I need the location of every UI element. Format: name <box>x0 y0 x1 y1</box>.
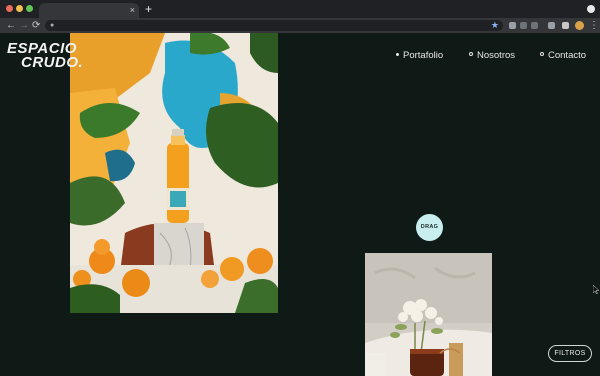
profile-avatar[interactable] <box>575 21 584 30</box>
browser-toolbar: ← → ⟳ ● ★ ⋮ <box>0 18 600 33</box>
extensions-puzzle-icon[interactable] <box>562 22 569 29</box>
mouse-cursor-icon <box>593 285 599 294</box>
maximize-window-button[interactable] <box>26 5 33 12</box>
nav-label: Contacto <box>548 50 587 61</box>
filters-button[interactable]: FILTROS <box>548 345 592 362</box>
browser-menu-icon[interactable]: ⋮ <box>589 19 599 32</box>
extension-icon[interactable] <box>531 22 538 29</box>
minimize-window-button[interactable] <box>16 5 23 12</box>
extension-icon[interactable] <box>520 22 527 29</box>
extension-icon[interactable] <box>509 22 516 29</box>
nav-label: Portafolio <box>403 50 444 61</box>
close-window-button[interactable] <box>6 5 13 12</box>
nav-label: Nosotros <box>477 50 516 61</box>
logo-line-2: CRUDO. <box>21 54 84 71</box>
browser-tab-strip: × + <box>0 0 600 18</box>
nav-link-contacto[interactable]: Contacto <box>540 50 586 61</box>
new-tab-button[interactable]: + <box>145 1 152 17</box>
nav-link-nosotros[interactable]: Nosotros <box>469 50 515 61</box>
browser-profile-icon[interactable] <box>587 5 595 13</box>
nav-bullet-icon <box>469 52 473 57</box>
nav-active-bullet-icon <box>396 52 399 56</box>
site-logo[interactable]: ESPACIO CRUDO. <box>7 41 84 71</box>
forward-button[interactable]: → <box>19 19 29 32</box>
nav-bullet-icon <box>540 52 544 57</box>
browser-tab[interactable]: × <box>39 3 139 18</box>
portfolio-image-juice[interactable] <box>70 33 278 313</box>
back-button[interactable]: ← <box>6 19 16 32</box>
juice-bottle-photo <box>70 33 278 313</box>
lock-icon[interactable]: ● <box>50 21 54 30</box>
flowers-tea-photo <box>365 253 492 376</box>
tab-close-icon[interactable]: × <box>130 4 135 17</box>
portfolio-image-flowers[interactable] <box>365 253 492 376</box>
extension-icon[interactable] <box>548 22 555 29</box>
reload-button[interactable]: ⟳ <box>32 19 40 32</box>
drag-handle[interactable]: DRAG <box>416 214 443 241</box>
address-bar[interactable]: ● ★ <box>45 20 503 31</box>
nav-link-portafolio[interactable]: Portafolio <box>396 50 443 61</box>
bookmark-star-icon[interactable]: ★ <box>491 20 499 31</box>
